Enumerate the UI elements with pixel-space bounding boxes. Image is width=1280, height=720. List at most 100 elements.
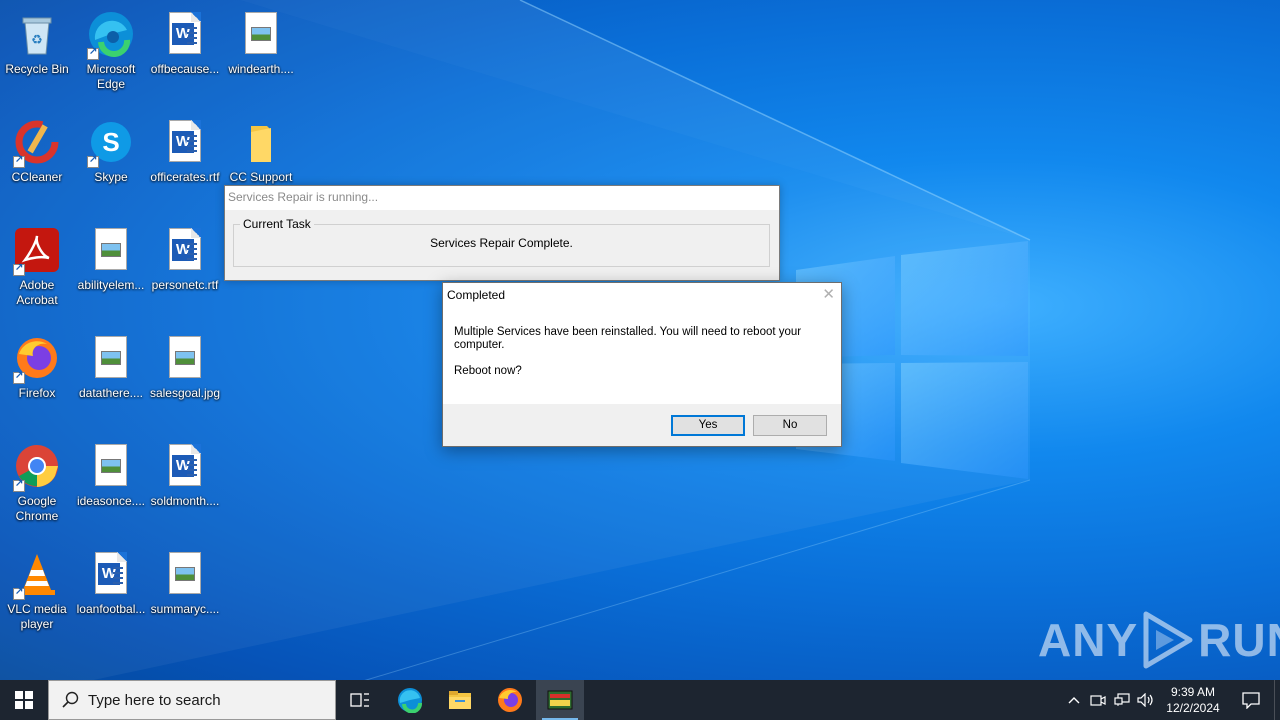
group-label: Current Task [240, 217, 314, 231]
svg-text:S: S [102, 127, 119, 157]
desktop-icon-adobe-acrobat[interactable]: Adobe Acrobat [0, 220, 75, 308]
network-icon[interactable] [1110, 680, 1134, 720]
yes-button[interactable]: Yes [671, 415, 745, 436]
desktop-icon-cc-support[interactable]: CC Support [223, 112, 299, 185]
image-file-icon [237, 10, 285, 58]
dialog-title: Completed [447, 288, 506, 302]
taskbar: Type here to search 9:39 AM 12/2/2024 [0, 680, 1280, 720]
shortcut-arrow-icon [13, 154, 25, 168]
action-center-button[interactable] [1228, 680, 1274, 720]
image-file-icon [161, 550, 209, 598]
desktop-icon-label: Google Chrome [15, 494, 59, 523]
watermark-text-right: RUN [1198, 614, 1280, 666]
clock-time: 9:39 AM [1170, 685, 1216, 699]
shortcut-arrow-icon [13, 478, 25, 492]
desktop-icon-label: summaryc.... [150, 602, 220, 616]
desktop-icon-label: salesgoal.jpg [149, 386, 221, 400]
word-doc-icon: W [87, 550, 135, 598]
firefox-icon [13, 334, 61, 384]
desktop-icon-firefox[interactable]: Firefox [0, 328, 75, 401]
desktop-icon-loanfootbal[interactable]: W loanfootbal... [73, 544, 149, 617]
desktop-icon-offbecause[interactable]: W offbecause... [147, 4, 223, 77]
system-tray: 9:39 AM 12/2/2024 [1062, 680, 1280, 720]
folder-icon [237, 118, 285, 166]
desktop-icon-label: windearth.... [228, 62, 294, 76]
play-logo-icon [1143, 611, 1193, 669]
completed-dialog[interactable]: Completed ✕ Multiple Services have been … [442, 282, 842, 447]
desktop-icon-datathere[interactable]: datathere.... [73, 328, 149, 401]
taskbar-services-repair-button[interactable] [536, 680, 584, 720]
desktop-icon-personetc[interactable]: W personetc.rtf [147, 220, 223, 293]
current-task-group: Current Task Services Repair Complete. [233, 217, 770, 267]
watermark-text-left: ANY [1038, 614, 1139, 666]
desktop-icon-abilityelem[interactable]: abilityelem... [73, 220, 149, 293]
taskbar-clock[interactable]: 9:39 AM 12/2/2024 [1158, 684, 1228, 716]
start-button[interactable] [0, 680, 48, 720]
desktop-icon-label: abilityelem... [77, 278, 145, 292]
desktop-icon-salesgoal[interactable]: salesgoal.jpg [147, 328, 223, 401]
shortcut-arrow-icon [87, 154, 99, 168]
volume-icon[interactable] [1134, 680, 1158, 720]
shortcut-arrow-icon [13, 370, 25, 384]
taskbar-file-explorer-button[interactable] [436, 680, 484, 720]
desktop-icon-label: ideasonce.... [76, 494, 146, 508]
dialog-titlebar[interactable]: Completed ✕ [443, 283, 841, 307]
edge-icon [398, 688, 422, 713]
desktop-icon-summaryc[interactable]: summaryc.... [147, 544, 223, 617]
word-doc-icon: W [161, 10, 209, 58]
desktop-icon-officerates[interactable]: W officerates.rtf [147, 112, 223, 185]
clock-date: 12/2/2024 [1166, 701, 1220, 715]
ccleaner-icon [13, 118, 61, 168]
desktop-icon-label: officerates.rtf [150, 170, 220, 184]
image-file-icon [87, 442, 135, 490]
dialog-question: Reboot now? [454, 365, 522, 377]
desktop-icon-google-chrome[interactable]: Google Chrome [0, 436, 75, 524]
shortcut-arrow-icon [87, 46, 99, 60]
show-hidden-icons-chevron-icon[interactable] [1062, 680, 1086, 720]
window-titlebar[interactable]: Services Repair is running... [225, 186, 779, 210]
taskbar-search-box[interactable]: Type here to search [48, 680, 336, 720]
desktop-icon-ideasonce[interactable]: ideasonce.... [73, 436, 149, 509]
image-file-icon [161, 334, 209, 382]
no-button[interactable]: No [753, 415, 827, 436]
desktop-icon-recycle-bin[interactable]: ♻ Recycle Bin [0, 4, 75, 77]
windows-logo-icon [15, 691, 33, 709]
services-repair-window[interactable]: Services Repair is running... Current Ta… [224, 185, 780, 281]
desktop-icon-label: Recycle Bin [5, 62, 69, 76]
taskbar-edge-button[interactable] [386, 680, 434, 720]
notification-icon [1242, 692, 1260, 709]
meet-now-icon[interactable] [1086, 680, 1110, 720]
desktop-icon-label: CC Support [229, 170, 293, 184]
task-status-text: Services Repair Complete. [430, 236, 573, 250]
show-desktop-button[interactable] [1274, 680, 1280, 720]
desktop-icon-label: Skype [94, 170, 128, 184]
shortcut-arrow-icon [13, 262, 25, 276]
skype-icon: S [87, 118, 135, 168]
desktop-icon-ccleaner[interactable]: CCleaner [0, 112, 75, 185]
firefox-icon [498, 688, 522, 712]
task-view-icon [350, 693, 369, 707]
taskbar-firefox-button[interactable] [486, 680, 534, 720]
anyrun-watermark: ANY RUN [1038, 606, 1280, 674]
desktop-icon-soldmonth[interactable]: W soldmonth.... [147, 436, 223, 509]
word-doc-icon: W [161, 442, 209, 490]
word-doc-icon: W [161, 118, 209, 166]
vlc-icon [13, 550, 61, 600]
task-view-button[interactable] [336, 680, 384, 720]
desktop-icon-label: Adobe Acrobat [16, 278, 58, 307]
svg-text:♻: ♻ [31, 32, 43, 47]
dialog-footer: Yes No [443, 404, 841, 446]
desktop-icon-skype[interactable]: S Skype [73, 112, 149, 185]
desktop-icon-vlc[interactable]: VLC media player [0, 544, 75, 632]
close-icon[interactable]: ✕ [822, 285, 835, 303]
dialog-body: Multiple Services have been reinstalled.… [443, 307, 841, 405]
acrobat-icon [13, 226, 61, 276]
search-placeholder: Type here to search [88, 691, 221, 709]
desktop-icon-label: CCleaner [11, 170, 63, 184]
desktop-icon-windearth[interactable]: windearth.... [223, 4, 299, 77]
services-repair-icon [547, 690, 573, 710]
desktop[interactable]: ♻ Recycle Bin Microsoft Edge W offbecaus… [0, 0, 1280, 680]
desktop-icon-label: datathere.... [78, 386, 144, 400]
desktop-icon-label: loanfootbal... [76, 602, 146, 616]
desktop-icon-microsoft-edge[interactable]: Microsoft Edge [73, 4, 149, 92]
